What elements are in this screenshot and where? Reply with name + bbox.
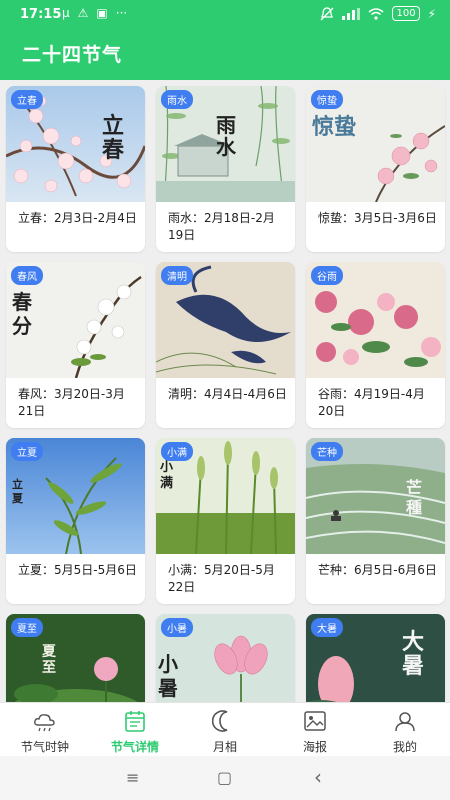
notification-icons: µ ⚠ ▣ ··· xyxy=(62,6,127,20)
term-card-dashu[interactable]: 大暑 大暑 xyxy=(306,614,445,702)
term-badge: 谷雨 xyxy=(311,266,343,285)
term-caption: 雨水：2月18日-2月19日 xyxy=(168,211,275,242)
notification-icon: µ xyxy=(62,6,70,20)
lixia-art-text: 立夏 xyxy=(12,478,23,505)
page-title: 二十四节气 xyxy=(22,44,123,66)
menu-icon[interactable]: ≡ xyxy=(126,768,139,787)
nav-label: 节气详情 xyxy=(110,740,159,754)
nav-moon-phase[interactable]: 月相 xyxy=(180,703,270,757)
xiaoman-art-text: 小满 xyxy=(160,460,174,491)
term-card-xiazhi[interactable]: 夏至 夏至 xyxy=(6,614,145,702)
bottom-navigation: 节气时钟 节气详情 月相 海报 我的 xyxy=(0,702,450,757)
term-card-qingming[interactable]: 清明 清明：4月4日-4月6日 xyxy=(156,262,295,428)
user-icon xyxy=(395,712,415,732)
nav-profile[interactable]: 我的 xyxy=(360,703,450,757)
xiazhi-art-text: 夏至 xyxy=(42,644,56,676)
nav-solar-clock[interactable]: 节气时钟 xyxy=(0,703,90,757)
term-card-chunfeng[interactable]: 春分 春风 春风：3月20日-3月21日 xyxy=(6,262,145,428)
mute-icon xyxy=(321,6,334,20)
system-navigation-bar: ≡ ▢ ‹ xyxy=(0,756,450,800)
term-card-lichun[interactable]: 立春 立春 立春：2月3日-2月4日 xyxy=(6,86,145,252)
term-badge: 大暑 xyxy=(311,618,343,637)
term-caption: 芒种：6月5日-6月6日 xyxy=(318,563,437,577)
calendar-icon xyxy=(125,711,145,732)
status-bar: 17:15 µ ⚠ ▣ ··· 100 ⚡ xyxy=(0,0,450,30)
term-caption: 立春：2月3日-2月4日 xyxy=(18,211,137,225)
back-icon[interactable]: ‹ xyxy=(314,765,322,789)
nav-label: 我的 xyxy=(392,740,417,754)
term-card-xiaoshu[interactable]: 小暑 小暑 xyxy=(156,614,295,702)
app-notification-icon: ▣ xyxy=(96,6,108,20)
term-card-xiaoman[interactable]: 小满 小满 小满：5月20日-5月22日 xyxy=(156,438,295,604)
term-badge: 春风 xyxy=(11,266,43,285)
chunfeng-art-text: 春分 xyxy=(12,290,32,338)
term-caption: 小满：5月20日-5月22日 xyxy=(168,563,275,594)
term-badge: 清明 xyxy=(161,266,193,285)
yushui-art-text: 雨水 xyxy=(216,113,236,159)
home-icon[interactable]: ▢ xyxy=(217,768,232,787)
dashu-art-text: 大暑 xyxy=(402,629,425,679)
term-badge: 雨水 xyxy=(161,90,193,109)
charging-icon: ⚡ xyxy=(427,6,436,21)
term-badge: 小满 xyxy=(161,442,193,461)
xiaoshu-art-text: 小暑 xyxy=(158,652,178,700)
term-caption: 惊蛰：3月5日-3月6日 xyxy=(318,211,437,225)
term-badge: 夏至 xyxy=(11,618,43,637)
term-badge: 芒种 xyxy=(311,442,343,461)
nav-poster[interactable]: 海报 xyxy=(270,703,360,757)
warning-icon: ⚠ xyxy=(77,6,89,20)
nav-label: 海报 xyxy=(302,740,327,754)
term-badge: 小暑 xyxy=(161,618,193,637)
term-card-lixia[interactable]: 立夏 立夏 立夏：5月5日-5月6日 xyxy=(6,438,145,604)
nav-term-details[interactable]: 节气详情 xyxy=(90,703,180,757)
term-badge: 惊蛰 xyxy=(311,90,343,109)
poster-icon xyxy=(304,711,326,731)
term-card-jingzhe[interactable]: 惊蛰 惊蛰 惊蛰：3月5日-3月6日 xyxy=(306,86,445,252)
term-badge: 立夏 xyxy=(11,442,43,461)
term-caption: 谷雨：4月19日-4月20日 xyxy=(318,387,425,418)
term-card-mangzhong[interactable]: 芒種 芒种 芒种：6月5日-6月6日 xyxy=(306,438,445,604)
more-notifications-icon: ··· xyxy=(115,6,128,20)
solar-terms-list[interactable]: 立春 立春 立春：2月3日-2月4日 雨水 雨水 雨水：2月18日-2月19日 … xyxy=(0,80,450,702)
term-caption: 立夏：5月5日-5月6日 xyxy=(18,563,137,577)
term-card-yushui[interactable]: 雨水 雨水 雨水：2月18日-2月19日 xyxy=(156,86,295,252)
term-badge: 立春 xyxy=(11,90,43,109)
status-time: 17:15 xyxy=(20,7,62,22)
term-caption: 春风：3月20日-3月21日 xyxy=(18,387,125,418)
nav-label: 节气时钟 xyxy=(20,740,69,754)
jingzhe-art-text: 惊蛰 xyxy=(312,114,357,140)
system-status-icons: 100 ⚡ xyxy=(320,6,436,21)
app-bar: 二十四节气 xyxy=(0,30,450,80)
weather-cloud-icon xyxy=(34,714,55,732)
wifi-icon xyxy=(368,7,384,20)
mangzhong-art-text: 芒種 xyxy=(406,478,423,517)
term-card-guyu[interactable]: 谷雨 谷雨：4月19日-4月20日 xyxy=(306,262,445,428)
lichun-art-text: 立春 xyxy=(102,113,125,163)
solar-terms-grid: 立春 立春 立春：2月3日-2月4日 雨水 雨水 雨水：2月18日-2月19日 … xyxy=(6,86,445,702)
signal-icon xyxy=(342,7,361,20)
battery-icon: 100 xyxy=(392,6,420,21)
term-caption: 清明：4月4日-4月6日 xyxy=(168,387,287,401)
nav-label: 月相 xyxy=(212,740,237,754)
moon-icon xyxy=(212,710,228,732)
